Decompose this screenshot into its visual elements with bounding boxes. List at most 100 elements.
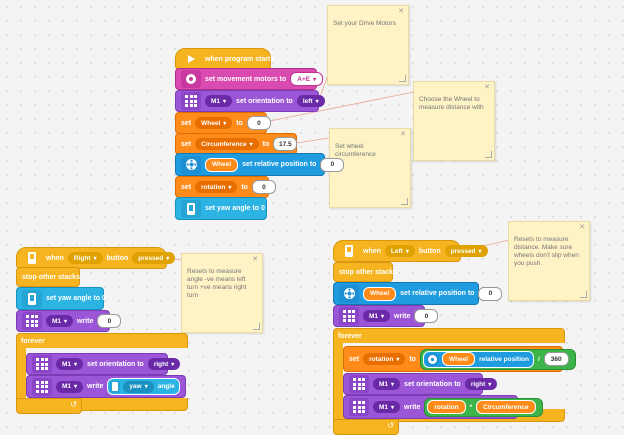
variable-reporter[interactable]: Wheel [363, 286, 397, 301]
motor-icon [181, 70, 201, 88]
variable-reporter[interactable]: Wheel [441, 352, 476, 366]
resize-handle-icon[interactable] [399, 75, 406, 82]
block-label: angle [157, 383, 175, 390]
motor-grid-icon [32, 377, 52, 396]
set-wheel-block[interactable]: set Wheel to 0 [175, 112, 271, 134]
variable-dropdown[interactable]: rotation [363, 353, 406, 365]
block-label: set [181, 140, 192, 148]
value-input[interactable]: 0 [97, 314, 122, 328]
forever-label: forever [16, 333, 72, 349]
forever-label: forever [333, 328, 389, 344]
variable-reporter[interactable]: Wheel [205, 157, 239, 172]
sensor-dropdown[interactable]: yaw [123, 380, 154, 393]
block-label: set [181, 183, 192, 191]
note-text: Resets to measure angle -ve means left t… [187, 268, 247, 299]
value-input[interactable]: 360 [543, 352, 569, 366]
when-left-button-pressed-block[interactable]: when Left button pressed [333, 240, 488, 262]
play-icon [181, 50, 201, 68]
value-input[interactable]: 0 [414, 309, 439, 323]
close-icon[interactable]: ✕ [400, 131, 406, 139]
set-relative-position-block[interactable]: Wheel set relative position to 0 [175, 153, 345, 176]
yaw-angle-reporter[interactable]: yaw angle [107, 378, 180, 395]
block-label: when program starts [205, 55, 275, 63]
motor-grid-icon [22, 312, 42, 330]
variable-dropdown[interactable]: Wheel [195, 117, 233, 129]
brain-icon [22, 249, 42, 267]
set-orientation-block[interactable]: M1 set orientation to right [343, 373, 498, 395]
block-label: set [349, 355, 360, 363]
motor-grid-icon [181, 92, 201, 110]
variable-dropdown[interactable]: rotation [195, 181, 238, 193]
note-angle[interactable]: ✕ Resets to measure angle -ve means left… [181, 253, 263, 333]
set-yaw-angle-block[interactable]: set yaw angle to 0 [175, 197, 267, 220]
when-right-button-pressed-block[interactable]: when Right button pressed [16, 247, 176, 269]
value-input[interactable]: 0 [478, 286, 503, 301]
loop-arrow-icon: ↺ [70, 400, 77, 409]
block-label: stop other stacks [22, 273, 80, 281]
motor-dropdown[interactable]: M1 [363, 310, 391, 322]
block-label: stop other stacks [339, 268, 397, 276]
set-circumference-block[interactable]: set Circumference to 17.5 [175, 133, 298, 155]
resize-handle-icon[interactable] [401, 198, 408, 205]
state-dropdown[interactable]: pressed [132, 252, 176, 264]
variable-dropdown[interactable]: Circumference [195, 138, 259, 150]
value-input[interactable]: 0 [251, 180, 276, 194]
button-dropdown[interactable]: Right [67, 252, 103, 264]
operator-label: * [469, 403, 473, 411]
orientation-dropdown[interactable]: right [147, 358, 181, 370]
divide-operator[interactable]: Wheel relative position / 360 [419, 348, 576, 370]
block-label: write [394, 312, 411, 320]
resize-handle-icon[interactable] [580, 291, 587, 298]
close-icon[interactable]: ✕ [579, 224, 585, 232]
motor-grid-icon [339, 307, 359, 325]
motor-write-block[interactable]: M1 write yaw angle [26, 375, 186, 398]
set-movement-motors-block[interactable]: set movement motors to A+E [175, 68, 324, 90]
block-label: to [262, 140, 270, 148]
resize-handle-icon[interactable] [485, 151, 492, 158]
multiply-operator[interactable]: rotation * Circumference [424, 397, 543, 417]
motor-write-block[interactable]: M1 write rotation * Circumference [343, 395, 543, 419]
close-icon[interactable]: ✕ [252, 256, 258, 264]
value-input[interactable]: 0 [320, 157, 345, 172]
button-dropdown[interactable]: Left [384, 245, 415, 257]
block-label: button [106, 254, 129, 262]
motor-dropdown[interactable]: M1 [373, 378, 401, 390]
value-input[interactable]: 17.5 [273, 137, 298, 151]
set-orientation-block[interactable]: M1 set orientation to right [26, 353, 181, 375]
note-choose-wheel[interactable]: ✕ Choose the Wheel to measure distance w… [413, 81, 495, 161]
orientation-dropdown[interactable]: right [464, 378, 498, 390]
value-input[interactable]: 0 [246, 116, 271, 130]
set-relative-position-block[interactable]: Wheel set relative position to 0 [333, 282, 503, 305]
motors-dropdown[interactable]: A+E [290, 72, 324, 86]
motor-write-block[interactable]: M1 write 0 [16, 310, 122, 332]
set-yaw-angle-block[interactable]: set yaw angle to 0 [16, 287, 106, 310]
block-label: to [236, 119, 243, 127]
motor-dropdown[interactable]: M1 [46, 315, 74, 327]
note-text: Choose the Wheel to measure distance wit… [419, 96, 484, 111]
motor-dropdown[interactable]: M1 [373, 401, 401, 413]
brain-icon [339, 242, 359, 260]
stop-other-stacks-block[interactable]: stop other stacks [333, 262, 397, 282]
block-label: set [181, 119, 192, 127]
motor-write-block[interactable]: M1 write 0 [333, 305, 439, 327]
set-rotation-block[interactable]: set rotation to 0 [175, 176, 276, 198]
when-program-starts-block[interactable]: when program starts [175, 48, 275, 70]
close-icon[interactable]: ✕ [398, 8, 404, 16]
orientation-dropdown[interactable]: left [296, 95, 325, 107]
set-rotation-block[interactable]: set rotation to Wheel relative position … [343, 346, 576, 372]
relative-position-reporter[interactable]: Wheel relative position [422, 350, 534, 368]
motor-dropdown[interactable]: M1 [205, 95, 233, 107]
note-distance[interactable]: ✕ Resets to measure distance. Make sure … [508, 221, 590, 301]
motor-dropdown[interactable]: M1 [56, 380, 84, 393]
stop-other-stacks-block[interactable]: stop other stacks [16, 267, 80, 287]
resize-handle-icon[interactable] [253, 323, 260, 330]
motor-dropdown[interactable]: M1 [56, 358, 84, 370]
close-icon[interactable]: ✕ [484, 84, 490, 92]
state-dropdown[interactable]: pressed [444, 245, 488, 257]
set-orientation-block[interactable]: M1 set orientation to left [175, 90, 325, 112]
variable-reporter[interactable]: Circumference [476, 400, 536, 414]
variable-reporter[interactable]: rotation [427, 400, 466, 414]
note-drive-motors[interactable]: ✕ Set your Drive Motors [327, 5, 409, 85]
block-label: write [77, 317, 94, 325]
wheel-icon [181, 155, 201, 174]
